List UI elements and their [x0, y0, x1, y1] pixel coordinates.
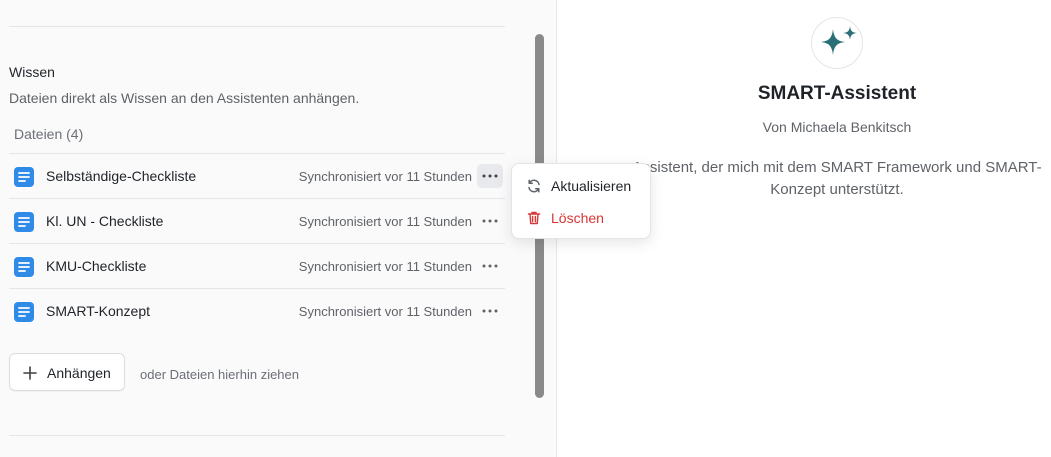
menu-item-refresh-label: Aktualisieren — [551, 178, 632, 194]
file-sync-status: Synchronisiert vor 11 Stunden — [298, 304, 472, 319]
assistant-description: Assistent, der mich mit dem SMART Framew… — [632, 159, 1042, 198]
more-horizontal-icon — [482, 219, 498, 223]
file-more-button[interactable] — [477, 299, 503, 323]
file-more-button[interactable] — [477, 209, 503, 233]
refresh-icon — [528, 179, 540, 193]
file-more-button[interactable] — [477, 164, 503, 188]
drop-hint: oder Dateien hierhin ziehen — [140, 367, 299, 382]
bottom-divider — [9, 435, 505, 436]
assistant-name: SMART-Assistent — [757, 83, 917, 104]
document-icon — [14, 302, 34, 322]
file-name: Selbständige-Checkliste — [46, 168, 197, 184]
plus-icon — [23, 366, 37, 380]
top-divider — [9, 26, 505, 27]
menu-item-delete-label: Löschen — [551, 210, 604, 226]
file-row[interactable]: SMART-Konzept Synchronisiert vor 11 Stun… — [9, 289, 505, 334]
more-horizontal-icon — [482, 174, 498, 178]
more-horizontal-icon — [482, 309, 498, 313]
file-name: KMU-Checkliste — [46, 258, 147, 274]
menu-item-refresh[interactable]: Aktualisieren — [512, 170, 652, 202]
file-name: SMART-Konzept — [46, 303, 151, 319]
file-more-button[interactable] — [477, 254, 503, 278]
file-sync-status: Synchronisiert vor 11 Stunden — [298, 214, 472, 229]
file-context-menu: Aktualisieren Löschen — [511, 163, 651, 239]
attach-button-label: Anhängen — [47, 365, 111, 381]
assistant-avatar — [811, 17, 863, 69]
attach-button[interactable]: Anhängen — [9, 353, 125, 391]
file-row[interactable]: KMU-Checkliste Synchronisiert vor 11 Stu… — [9, 244, 505, 289]
file-name: Kl. UN - Checkliste — [46, 213, 164, 229]
menu-item-delete[interactable]: Löschen — [512, 202, 652, 234]
assistant-author: Von Michaela Benkitsch — [762, 119, 912, 135]
file-sync-status: Synchronisiert vor 11 Stunden — [298, 259, 472, 274]
more-horizontal-icon — [482, 264, 498, 268]
file-sync-status: Synchronisiert vor 11 Stunden — [298, 169, 472, 184]
document-icon — [14, 257, 34, 277]
document-icon — [14, 167, 34, 187]
file-row[interactable]: Selbständige-Checkliste Synchronisiert v… — [9, 154, 505, 199]
document-icon — [14, 212, 34, 232]
sparkles-icon — [821, 26, 857, 55]
knowledge-description: Dateien direkt als Wissen an den Assiste… — [9, 90, 360, 106]
file-row[interactable]: Kl. UN - Checkliste Synchronisiert vor 1… — [9, 199, 505, 244]
knowledge-panel: Wissen Dateien direkt als Wissen an den … — [0, 0, 557, 457]
files-header: Dateien (4) — [14, 126, 84, 142]
trash-icon — [527, 211, 541, 225]
knowledge-title: Wissen — [9, 64, 55, 80]
